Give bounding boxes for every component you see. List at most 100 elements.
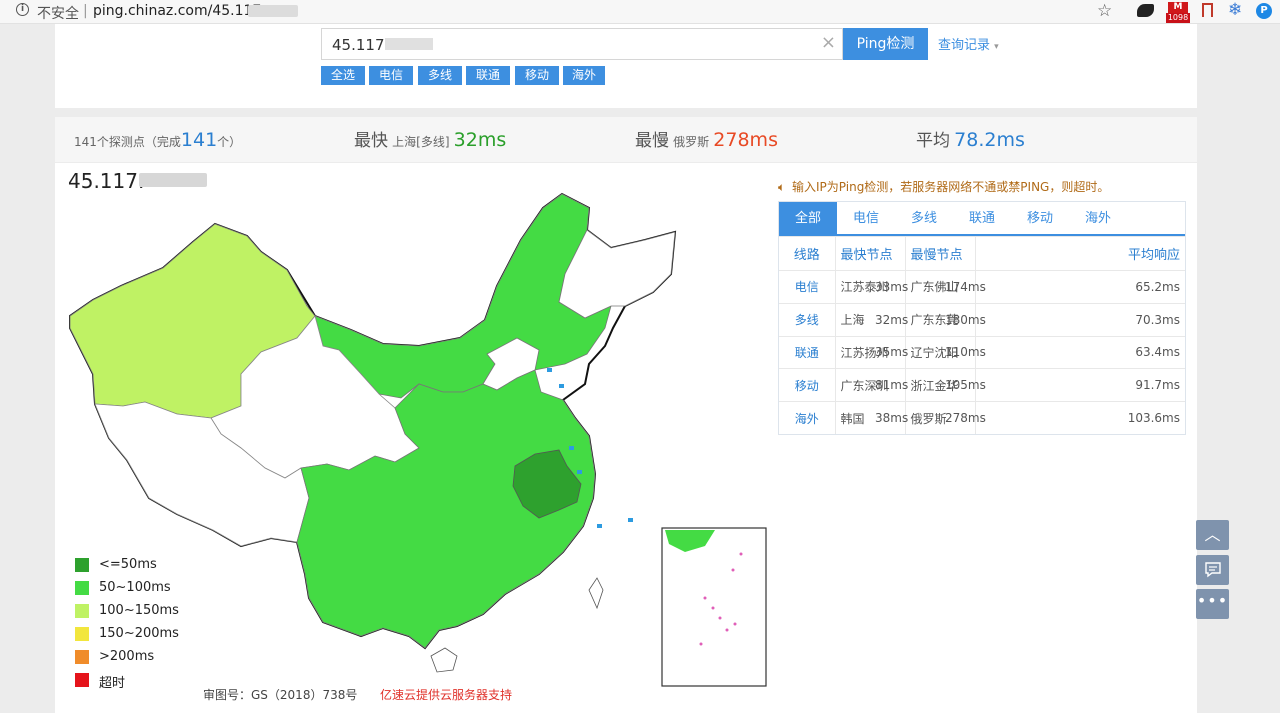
probe-count: 141个探测点（完成141个） — [74, 117, 241, 163]
tab-telecom[interactable]: 电信 — [837, 202, 895, 236]
probe-done: 141 — [180, 129, 218, 151]
row-slow-node: 俄罗斯 — [905, 401, 947, 435]
legend-swatch — [75, 650, 89, 664]
row-fast-value: 35ms — [870, 335, 908, 369]
tab-multiline[interactable]: 多线 — [895, 202, 953, 236]
row-line[interactable]: 海外 — [779, 401, 836, 435]
row-slow-value: 110ms — [940, 335, 986, 369]
row-fast-node: 江苏泰州 — [835, 270, 889, 304]
filter-mobile[interactable]: 移动 — [515, 66, 559, 85]
row-slow-value: 180ms — [940, 302, 986, 337]
row-fast-node: 广东深圳 — [835, 368, 889, 402]
table-row: 电信 江苏泰州 33ms 广东佛山 174ms 65.2ms — [779, 270, 1185, 304]
row-line[interactable]: 移动 — [779, 368, 836, 402]
mail-m-icon: M — [1168, 2, 1188, 13]
notice-label: 输入IP为Ping检测，若服务器网络不通或禁PING，则超时。 — [792, 180, 1110, 194]
header-slowest: 最慢节点 — [905, 236, 976, 271]
fastest-label: 最快 — [354, 131, 388, 151]
fastest-node: 上海[多线] — [392, 135, 450, 149]
results-table: 线路 最快节点 最慢节点 平均响应 电信 江苏泰州 33ms 广东佛山 174m… — [779, 236, 1185, 435]
mail-extension-icon[interactable]: M 1098 — [1166, 2, 1190, 23]
feedback-button[interactable] — [1196, 555, 1229, 585]
browser-address-bar: i 不安全 | ping.chinaz.com/45.117 ☆ M 1098 … — [0, 0, 1280, 24]
row-slow-value: 278ms — [940, 401, 986, 435]
more-dots-icon: ••• — [1196, 591, 1229, 610]
stats-bar: 141个探测点（完成141个） 最快 上海[多线] 32ms 最慢 俄罗斯 27… — [55, 117, 1197, 163]
info-icon[interactable]: i — [16, 3, 29, 16]
legend-swatch — [75, 581, 89, 595]
region-taiwan — [588, 577, 604, 610]
fastest-stat: 最快 上海[多线] 32ms — [354, 117, 506, 163]
clear-icon[interactable]: × — [821, 32, 836, 53]
row-slow-node: 辽宁沈阳 — [905, 335, 959, 369]
legend-swatch — [75, 558, 89, 572]
row-fast-value: 32ms — [870, 302, 908, 337]
p-extension-icon[interactable]: P — [1256, 3, 1272, 19]
sponsor-link[interactable]: 亿速云提供云服务器支持 — [380, 686, 512, 703]
history-dropdown[interactable]: 查询记录 ▾ — [938, 34, 999, 53]
row-fast-node: 上海 — [835, 302, 870, 337]
legend-label: 150~200ms — [99, 626, 179, 641]
row-fast-node: 韩国 — [835, 401, 870, 435]
main-content: 45.117. <=50ms 50~100ms 100~150ms 150~20… — [55, 163, 1197, 713]
header-fastest: 最快节点 — [835, 236, 906, 271]
filter-telecom[interactable]: 电信 — [369, 66, 413, 85]
slowest-value: 278ms — [713, 129, 778, 151]
region-hainan — [430, 647, 458, 673]
filter-multiline[interactable]: 多线 — [418, 66, 462, 85]
average-label: 平均 — [916, 131, 950, 151]
back-to-top-button[interactable]: ︿ — [1196, 520, 1229, 550]
tab-overseas[interactable]: 海外 — [1069, 202, 1127, 236]
legend-swatch — [75, 604, 89, 618]
filter-overseas[interactable]: 海外 — [563, 66, 605, 85]
result-tabs: 全部 电信 多线 联通 移动 海外 — [779, 202, 1185, 236]
row-fast-node: 江苏扬州 — [835, 335, 889, 369]
filter-unicom[interactable]: 联通 — [466, 66, 510, 85]
bookmark-extension-icon[interactable] — [1202, 3, 1213, 17]
mail-count-badge: 1098 — [1166, 13, 1190, 23]
legend-label: 超时 — [99, 676, 126, 691]
row-slow-value: 174ms — [940, 270, 986, 304]
address-url[interactable]: ping.chinaz.com/45.117 — [93, 3, 261, 19]
redacted-ip-blur — [385, 38, 433, 50]
legend-swatch — [75, 627, 89, 641]
probe-suffix: 个） — [217, 135, 242, 149]
row-slow-node: 广东东莞 — [905, 302, 959, 337]
table-row: 移动 广东深圳 81ms 浙江金华 105ms 91.7ms — [779, 368, 1185, 402]
row-fast-value: 33ms — [870, 270, 908, 304]
bookmark-star-icon[interactable]: ☆ — [1097, 1, 1112, 21]
table-header-row: 线路 最快节点 最慢节点 平均响应 — [779, 236, 1185, 271]
row-line[interactable]: 电信 — [779, 270, 836, 304]
row-line[interactable]: 联通 — [779, 335, 836, 369]
tab-unicom[interactable]: 联通 — [953, 202, 1011, 236]
table-row: 多线 上海 32ms 广东东莞 180ms 70.3ms — [779, 302, 1185, 337]
ping-check-button[interactable]: Ping检测 — [843, 28, 928, 60]
row-slow-value: 105ms — [940, 368, 986, 402]
row-fast-value: 38ms — [870, 401, 908, 435]
search-value[interactable]: 45.117 — [332, 36, 385, 54]
slowest-stat: 最慢 俄罗斯 278ms — [635, 117, 778, 163]
ip-search-input[interactable]: 45.117 × — [321, 28, 843, 60]
tab-all[interactable]: 全部 — [779, 202, 837, 236]
legend-label: >200ms — [99, 649, 155, 664]
slowest-label: 最慢 — [635, 131, 669, 151]
results-panel: 全部 电信 多线 联通 移动 海外 线路 最快节点 最慢节点 平均响应 电信 江… — [778, 201, 1186, 436]
legend-label: 50~100ms — [99, 580, 171, 595]
insecure-label[interactable]: 不安全 — [37, 3, 79, 23]
address-separator: | — [83, 3, 88, 19]
snowflake-extension-icon[interactable]: ❄ — [1228, 0, 1242, 20]
header-line: 线路 — [779, 236, 836, 271]
more-button[interactable]: ••• — [1196, 589, 1229, 619]
chevron-up-icon: ︿ — [1204, 525, 1221, 544]
row-line[interactable]: 多线 — [779, 302, 836, 337]
row-average: 65.2ms — [975, 270, 1185, 304]
tab-mobile[interactable]: 移动 — [1011, 202, 1069, 236]
legend-label: <=50ms — [99, 557, 157, 572]
row-average: 63.4ms — [975, 335, 1185, 369]
sync-extension-icon[interactable] — [1137, 4, 1154, 17]
filter-all[interactable]: 全选 — [321, 66, 365, 85]
row-slow-node: 浙江金华 — [905, 368, 959, 402]
row-fast-value: 81ms — [870, 368, 908, 402]
map-approval-number: 审图号：GS（2018）738号 — [203, 688, 358, 702]
legend-label: 100~150ms — [99, 603, 179, 618]
